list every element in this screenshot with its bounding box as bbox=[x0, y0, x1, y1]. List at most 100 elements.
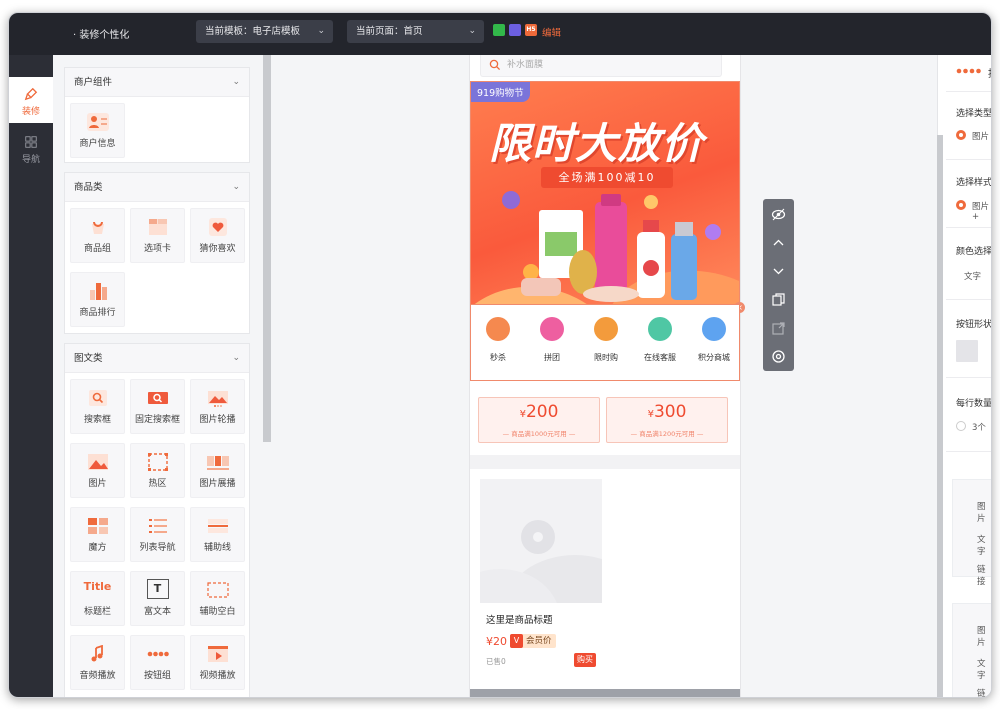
points-mall-icon bbox=[702, 317, 726, 341]
coupon-card[interactable]: ¥300 — 商品满1200元可用 — bbox=[606, 397, 728, 443]
component-video[interactable]: 视频播放 bbox=[190, 635, 245, 690]
tile-label: 图片轮播 bbox=[199, 415, 236, 425]
tile-label: 选项卡 bbox=[143, 244, 171, 254]
product-image-placeholder[interactable] bbox=[480, 479, 602, 603]
quick-nav-label: 限时购 bbox=[594, 353, 618, 362]
tile-label: 图片 bbox=[88, 479, 107, 489]
tile-label: 列表导航 bbox=[139, 543, 176, 553]
shape-option-square[interactable] bbox=[956, 340, 978, 362]
edit-link[interactable]: 编辑 bbox=[542, 25, 561, 39]
buy-button[interactable]: 购买 bbox=[574, 653, 596, 667]
radio-button[interactable] bbox=[956, 421, 966, 431]
group-title: 商户组件 bbox=[74, 77, 113, 88]
component-fixed-search[interactable]: 固定搜索框 bbox=[130, 379, 185, 434]
button-group-icon bbox=[956, 68, 981, 74]
component-tabs[interactable]: 选项卡 bbox=[130, 208, 185, 263]
component-image[interactable]: 图片 bbox=[70, 443, 125, 498]
rail-item-nav[interactable]: 导航 bbox=[9, 125, 53, 171]
component-rich-text[interactable]: T 富文本 bbox=[130, 571, 185, 626]
chevron-up-icon[interactable] bbox=[771, 235, 786, 250]
preview-canvas: 补水面膜 919购物节 限时大放价 全场满100减10 秒杀 拼团 限时购 在线… bbox=[271, 55, 937, 697]
coupon-card[interactable]: ¥200 — 商品满1000元可用 — bbox=[478, 397, 600, 443]
coupon-value: 200 bbox=[525, 402, 559, 422]
list-icon bbox=[148, 519, 167, 533]
settings-scrollbar[interactable] bbox=[937, 135, 943, 697]
button-group-icon bbox=[147, 651, 169, 657]
quick-nav-label: 拼团 bbox=[544, 353, 560, 362]
rail-item-label: 导航 bbox=[21, 155, 40, 165]
banner-subtitle: 全场满100减10 bbox=[541, 167, 673, 188]
user-card-icon bbox=[86, 113, 109, 131]
chevron-down-icon: ⌄ bbox=[317, 26, 325, 36]
group-header[interactable]: 商户组件 ⌄ bbox=[65, 68, 249, 97]
group-media: 图文类 ⌄ 搜索框 固定搜索框 图片轮播 图片 热区 图片展播 魔方 列表导航 … bbox=[64, 343, 250, 697]
left-rail: 装修 导航 bbox=[9, 55, 53, 697]
quick-nav-item[interactable]: 限时购 bbox=[581, 317, 631, 363]
vip-label: 会员价 bbox=[526, 636, 552, 646]
component-title-bar[interactable]: Title 标题栏 bbox=[70, 571, 125, 626]
group-header[interactable]: 图文类 ⌄ bbox=[65, 344, 249, 373]
copy-icon[interactable] bbox=[771, 292, 786, 307]
page-select[interactable]: 当前页面：首页 ⌄ bbox=[347, 20, 484, 43]
chevron-down-icon: ⌄ bbox=[232, 77, 240, 87]
fixed-search-icon bbox=[147, 392, 168, 404]
quick-nav-item[interactable]: 积分商城 bbox=[689, 317, 739, 363]
component-divider[interactable]: 辅助线 bbox=[190, 507, 245, 562]
radio-button[interactable] bbox=[956, 200, 966, 210]
chevron-down-icon[interactable] bbox=[771, 264, 786, 279]
radio-button[interactable] bbox=[956, 130, 966, 140]
component-panel: 商户组件 ⌄ 商户信息 商品类 ⌄ 商品组 选项卡 猜你喜欢 商品排行 图文类 … bbox=[53, 55, 269, 697]
quick-nav-label: 积分商城 bbox=[698, 353, 730, 362]
component-guess-like[interactable]: 猜你喜欢 bbox=[190, 208, 245, 263]
divider bbox=[946, 159, 991, 160]
music-icon bbox=[91, 645, 103, 662]
component-list-nav[interactable]: 列表导航 bbox=[130, 507, 185, 562]
component-button-group[interactable]: 按钮组 bbox=[130, 635, 185, 690]
eye-off-icon[interactable] bbox=[771, 207, 786, 222]
setting-label: 按钮形状 bbox=[956, 320, 992, 330]
divider-icon bbox=[207, 519, 228, 533]
brush-icon bbox=[24, 87, 38, 101]
preview-search-bar[interactable]: 补水面膜 bbox=[480, 55, 722, 77]
banner-image[interactable]: 919购物节 限时大放价 全场满100减10 bbox=[470, 81, 740, 305]
component-search-box[interactable]: 搜索框 bbox=[70, 379, 125, 434]
panel-title: 按 bbox=[988, 65, 991, 80]
phone-preview: 补水面膜 919购物节 限时大放价 全场满100减10 秒杀 拼团 限时购 在线… bbox=[469, 55, 745, 697]
group-goods: 商品类 ⌄ 商品组 选项卡 猜你喜欢 商品排行 bbox=[64, 172, 250, 334]
page-select-label: 当前页面：首页 bbox=[356, 26, 423, 37]
douyin-icon[interactable] bbox=[509, 24, 521, 36]
component-hotspot[interactable]: 热区 bbox=[130, 443, 185, 498]
settings-icon[interactable] bbox=[771, 349, 786, 364]
carousel-icon bbox=[207, 391, 228, 407]
color-option-label: 文字 bbox=[964, 272, 982, 282]
panel-scrollbar[interactable] bbox=[263, 55, 271, 442]
setting-label: 选择样式 bbox=[956, 178, 992, 188]
share-icon[interactable] bbox=[771, 321, 786, 336]
component-image-carousel[interactable]: 图片轮播 bbox=[190, 379, 245, 434]
component-goods-group[interactable]: 商品组 bbox=[70, 208, 125, 263]
component-audio[interactable]: 音频播放 bbox=[70, 635, 125, 690]
setting-label: 每行数量 bbox=[956, 399, 992, 409]
basket-icon bbox=[91, 221, 104, 234]
quick-nav: 秒杀 拼团 限时购 在线客服 积分商城 bbox=[470, 305, 740, 381]
quick-nav-item[interactable]: 秒杀 bbox=[473, 317, 523, 363]
wechat-icon[interactable] bbox=[493, 24, 505, 36]
radio-label: 图片+ bbox=[972, 202, 990, 222]
page-title: · 装修个性化 bbox=[73, 30, 130, 41]
component-image-showcase[interactable]: 图片展播 bbox=[190, 443, 245, 498]
template-select[interactable]: 当前模板：电子店模板 ⌄ bbox=[196, 20, 333, 43]
phone-bottom-bar bbox=[470, 689, 740, 697]
h5-icon[interactable]: H5 bbox=[525, 24, 537, 36]
component-rubik[interactable]: 魔方 bbox=[70, 507, 125, 562]
group-header[interactable]: 商品类 ⌄ bbox=[65, 173, 249, 202]
component-spacer[interactable]: 辅助空白 bbox=[190, 571, 245, 626]
quick-nav-item[interactable]: 拼团 bbox=[527, 317, 577, 363]
component-merchant-info[interactable]: 商户信息 bbox=[70, 103, 125, 158]
quick-nav-item[interactable]: 在线客服 bbox=[635, 317, 685, 363]
rail-item-decorate[interactable]: 装修 bbox=[9, 77, 53, 123]
chevron-down-icon: ⌄ bbox=[232, 353, 240, 363]
rich-text-icon: T bbox=[146, 579, 169, 599]
item-field-label: 文字 bbox=[977, 535, 986, 557]
tile-label: 商品排行 bbox=[79, 308, 116, 318]
component-goods-ranking[interactable]: 商品排行 bbox=[70, 272, 125, 327]
